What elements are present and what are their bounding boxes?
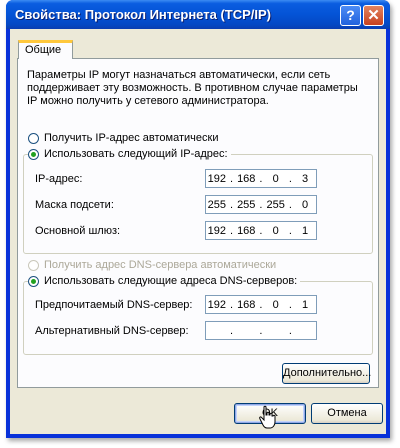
dialog-window: Свойства: Протокол Интернета (TCP/IP) ? … (6, 0, 390, 438)
close-button[interactable]: ✕ (363, 5, 384, 26)
ip-address-label: IP-адрес: (35, 173, 83, 185)
ip-manual-option[interactable]: Использовать следующий IP-адрес: (28, 148, 231, 160)
default-gateway-label: Основной шлюз: (35, 225, 121, 237)
ip-address-octet: 0 (272, 172, 279, 185)
description-text: Параметры IP могут назначаться автоматич… (27, 69, 358, 107)
help-button[interactable]: ? (340, 5, 361, 26)
alternate-dns-field[interactable]: . . . (205, 321, 317, 340)
ip-auto-option[interactable]: Получить IP-адрес автоматически (28, 132, 218, 144)
subnet-mask-octet: 255 (237, 198, 256, 211)
dns-manual-radio[interactable] (28, 275, 39, 287)
preferred-dns-label: Предпочитаемый DNS-сервер: (35, 299, 193, 311)
ip-manual-radio[interactable] (28, 148, 39, 160)
subnet-mask-label: Маска подсети: (35, 199, 114, 211)
dns-auto-option[interactable]: Получить адрес DNS-сервера автоматически (28, 259, 276, 271)
ip-address-octet: 168 (237, 172, 256, 185)
mouse-pointer-icon (259, 405, 276, 429)
ip-manual-label: Использовать следующий IP-адрес: (44, 148, 228, 160)
subnet-mask-field[interactable]: 255. 255. 255. 0 (205, 195, 317, 214)
preferred-dns-octet: 0 (272, 298, 279, 311)
dns-groupbox (23, 281, 373, 355)
gateway-octet: 192 (207, 224, 227, 237)
window-title: Свойства: Протокол Интернета (TCP/IP) (15, 7, 271, 22)
dialog-body: Общие Параметры IP могут назначаться авт… (10, 29, 386, 434)
preferred-dns-octet: 1 (302, 298, 309, 311)
preferred-dns-octet: 168 (237, 298, 256, 311)
subnet-mask-octet: 0 (302, 198, 309, 211)
advanced-button[interactable]: Дополнительно... (282, 363, 371, 384)
dns-manual-option[interactable]: Использовать следующие адреса DNS-сервер… (28, 275, 301, 287)
alternate-dns-label: Альтернативный DNS-сервер: (35, 325, 189, 337)
dns-manual-label: Использовать следующие адреса DNS-сервер… (44, 275, 298, 287)
gateway-octet: 1 (302, 224, 309, 237)
default-gateway-field[interactable]: 192. 168. 0. 1 (205, 221, 317, 240)
ip-auto-radio[interactable] (28, 132, 39, 144)
tab-general[interactable]: Общие (18, 40, 73, 59)
subnet-mask-octet: 255 (266, 198, 285, 211)
gateway-octet: 0 (272, 224, 279, 237)
tab-panel: Параметры IP могут назначаться автоматич… (17, 58, 379, 388)
preferred-dns-field[interactable]: 192. 168. 0. 1 (205, 295, 317, 314)
ip-address-octet: 3 (302, 172, 309, 185)
gateway-octet: 168 (237, 224, 256, 237)
subnet-mask-octet: 255 (207, 198, 227, 211)
ip-auto-label: Получить IP-адрес автоматически (44, 132, 219, 144)
title-bar[interactable]: Свойства: Протокол Интернета (TCP/IP) ? … (6, 0, 390, 29)
ip-address-field[interactable]: 192. 168. 0. 3 (205, 169, 317, 188)
cancel-button[interactable]: Отмена (311, 403, 383, 424)
ip-address-octet: 192 (207, 172, 227, 185)
dns-auto-radio[interactable] (28, 259, 39, 271)
preferred-dns-octet: 192 (207, 298, 227, 311)
dns-auto-label: Получить адрес DNS-сервера автоматически (44, 259, 277, 271)
